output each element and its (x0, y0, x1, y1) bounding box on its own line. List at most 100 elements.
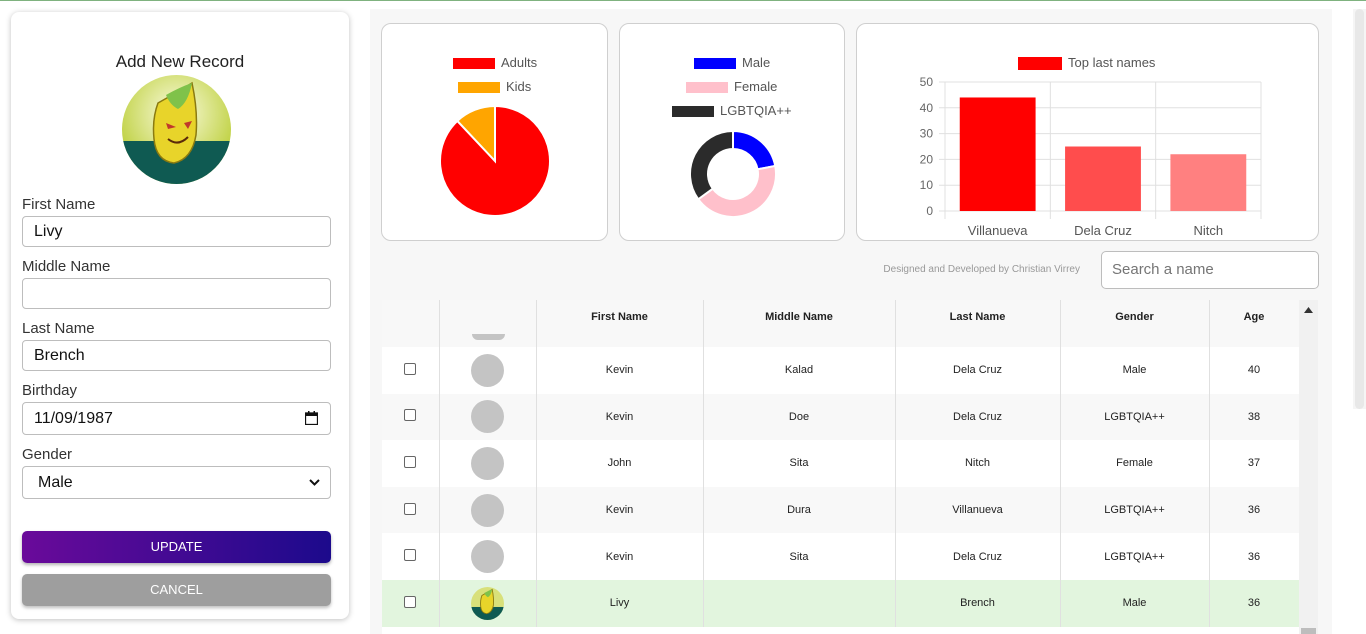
cell-last-name: Dela Cruz (895, 393, 1061, 441)
female-swatch (686, 82, 728, 94)
middle-name-label: Middle Name (22, 258, 111, 275)
header-select (382, 300, 440, 347)
header-age[interactable]: Age (1209, 300, 1300, 347)
form-title: Add New Record (115, 52, 245, 71)
lastname-bar-chart: 50 40 30 20 10 0 Villanueva Dela Cruz Nitch (920, 75, 1262, 237)
cell-last-name: Dela Cruz (895, 533, 1061, 580)
age-pie-chart (439, 105, 551, 217)
y-tick-label: 0 (926, 204, 933, 218)
first-name-label: First Name (22, 196, 96, 213)
header-last-name[interactable]: Last Name (895, 300, 1061, 347)
row-checkbox[interactable] (404, 455, 417, 468)
row-checkbox[interactable] (404, 502, 417, 515)
cell-middle-name: Sita (703, 440, 896, 487)
avatar (471, 586, 504, 620)
scroll-thumb[interactable] (1301, 628, 1316, 634)
legend-top-last-names-label: Top last names (1068, 55, 1156, 70)
cell-middle-name: Doe (703, 393, 896, 441)
legend-kids[interactable]: Kids (458, 79, 531, 94)
leaf-character-icon (471, 586, 504, 620)
birthday-input[interactable]: 11/09/1987 (22, 402, 331, 435)
legend-lgbtqia-label: LGBTQIA++ (720, 103, 792, 118)
cell-age: 36 (1209, 486, 1300, 534)
table-row[interactable]: Kevin Doe Dela Cruz LGBTQIA++ 38 (382, 393, 1300, 441)
middle-name-input[interactable] (22, 278, 331, 309)
donut-slice-lgbtqia[interactable] (689, 130, 734, 201)
credit-text: Designed and Developed by Christian Virr… (883, 264, 1080, 275)
row-checkbox[interactable] (404, 362, 417, 375)
cell-first-name: Kevin (536, 533, 704, 580)
avatar (471, 493, 504, 527)
header-gender[interactable]: Gender (1060, 300, 1210, 347)
legend-adults[interactable]: Adults (453, 55, 537, 70)
avatar (471, 540, 504, 574)
cell-first-name: Livy (536, 579, 704, 627)
cell-gender: LGBTQIA++ (1060, 486, 1210, 534)
table-row[interactable]: John Sita Nitch Female 37 (382, 440, 1300, 487)
male-swatch (694, 58, 736, 70)
legend-top-last-names[interactable]: Top last names (1018, 55, 1156, 71)
gender-value: Male (38, 474, 73, 491)
lgbtqia-swatch (672, 106, 714, 118)
birthday-value: 11/09/1987 (34, 410, 113, 427)
last-name-input[interactable]: Brench (22, 340, 331, 371)
legend-female[interactable]: Female (686, 79, 777, 94)
cell-gender: Male (1060, 347, 1210, 394)
cell-middle-name: Sita (703, 533, 896, 580)
update-button[interactable]: UPDATE (22, 531, 331, 563)
avatar (471, 353, 504, 387)
calendar-icon[interactable] (305, 411, 318, 425)
leaf-character-icon (122, 75, 231, 184)
cell-gender: Male (1060, 579, 1210, 627)
x-tick-label: Dela Cruz (1074, 223, 1132, 237)
x-tick-label: Nitch (1194, 223, 1224, 237)
table-row[interactable]: Kevin Dura Villanueva LGBTQIA++ 36 (382, 486, 1300, 534)
page-scrollbar[interactable] (1353, 9, 1366, 409)
legend-male[interactable]: Male (694, 55, 770, 70)
first-name-input[interactable]: Livy (22, 216, 331, 247)
header-middle-name[interactable]: Middle Name (703, 300, 896, 347)
cell-first-name: Kevin (536, 486, 704, 534)
bar-villanueva[interactable] (959, 97, 1036, 211)
legend-male-label: Male (742, 55, 771, 70)
table-row-selected[interactable]: Livy Brench Male 36 (382, 579, 1300, 627)
table-row[interactable]: Kevin Kalad Dela Cruz Male 40 (382, 347, 1300, 394)
header-first-name[interactable]: First Name (536, 300, 704, 347)
search-input[interactable]: Search a name (1101, 251, 1319, 289)
page-scroll-thumb[interactable] (1355, 9, 1364, 409)
bar-dela-cruz[interactable] (1065, 146, 1141, 212)
row-checkbox[interactable] (404, 409, 417, 422)
row-checkbox[interactable] (404, 549, 417, 562)
cell-middle-name (703, 579, 896, 627)
cell-first-name: Kevin (536, 393, 704, 441)
table-row[interactable]: Kevin Sita Dela Cruz LGBTQIA++ 36 (382, 533, 1300, 580)
y-tick-label: 40 (920, 101, 934, 115)
gender-label: Gender (22, 446, 73, 463)
cell-age: 36 (1209, 533, 1300, 580)
legend-lgbtqia[interactable]: LGBTQIA++ (672, 103, 792, 118)
scroll-up-arrow-icon[interactable] (1303, 306, 1314, 314)
top-border (0, 0, 1366, 1)
profile-avatar[interactable] (122, 75, 231, 184)
y-tick-label: 50 (920, 75, 934, 89)
donut-slice-male[interactable] (732, 130, 777, 171)
legend-adults-label: Adults (501, 55, 538, 70)
avatar (471, 400, 504, 434)
cell-first-name: John (536, 440, 704, 487)
gender-select[interactable]: Male (22, 466, 331, 499)
top-last-names-swatch (1018, 57, 1062, 71)
lastname-bar-card: Top last names 50 40 30 20 10 0 Villanueva Dela… (856, 23, 1319, 241)
cell-middle-name: Dura (703, 486, 896, 534)
cancel-button[interactable]: CANCEL (22, 574, 331, 606)
legend-kids-label: Kids (506, 79, 532, 94)
adults-swatch (453, 58, 495, 70)
last-name-label: Last Name (22, 320, 95, 337)
table-scrollbar[interactable] (1299, 300, 1318, 634)
row-checkbox[interactable] (404, 595, 417, 608)
cell-age: 36 (1209, 579, 1300, 627)
gender-donut-card: Male Female LGBTQIA++ (619, 23, 845, 241)
bar-nitch[interactable] (1170, 154, 1247, 211)
gender-donut-chart (689, 130, 777, 218)
cell-age: 38 (1209, 393, 1300, 441)
cell-last-name: Villanueva (895, 486, 1061, 534)
